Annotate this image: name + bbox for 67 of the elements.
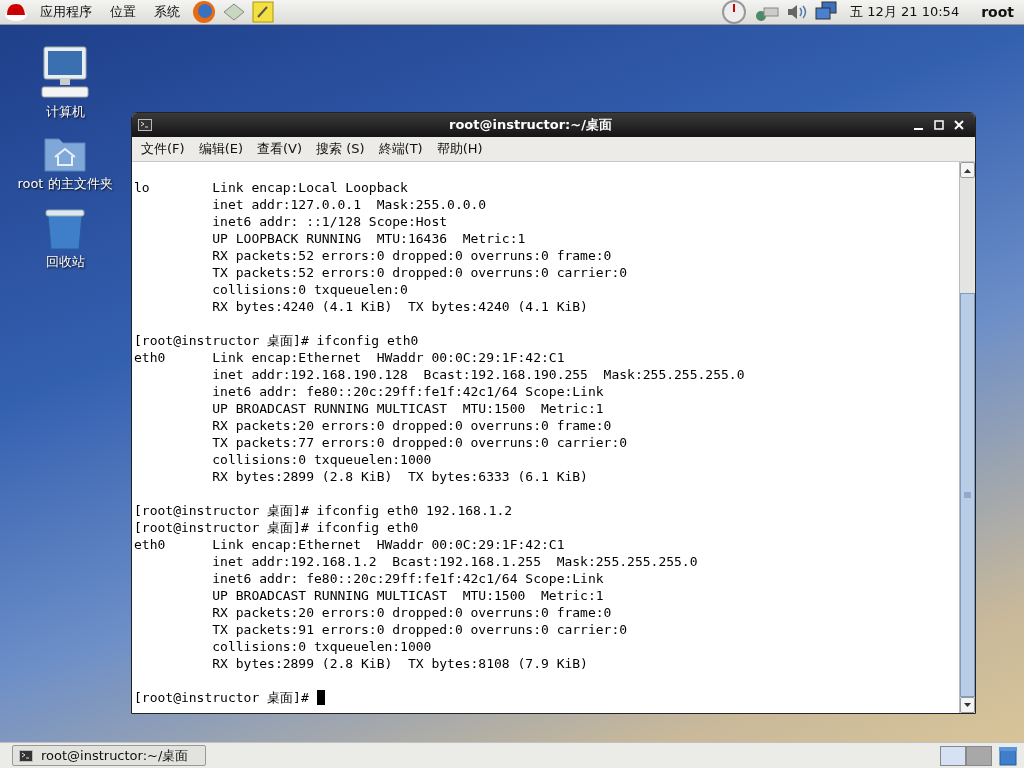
terminal-line: UP BROADCAST RUNNING MULTICAST MTU:1500 Metric:1: [211, 400, 605, 417]
scroll-thumb[interactable]: [960, 293, 975, 697]
workspace-switcher[interactable]: [940, 745, 966, 766]
scrollbar[interactable]: [959, 162, 975, 713]
scroll-up-button[interactable]: [960, 162, 975, 178]
terminal-line: inet6 addr: fe80::20c:29ff:fe1f:42c1/64 Scope:Link: [211, 383, 605, 400]
grip-icon: [964, 492, 971, 498]
maximize-icon[interactable]: [934, 120, 944, 130]
desktop-icon-label[interactable]: root 的主文件夹: [17, 175, 113, 193]
browser-globe-icon[interactable]: [192, 0, 216, 24]
home-folder-icon[interactable]: [43, 135, 87, 173]
terminal-line: UP BROADCAST RUNNING MULTICAST MTU:1500 Metric:1: [211, 587, 605, 604]
terminal-line: RX packets:20 errors:0 dropped:0 overruns:0 frame:0: [211, 417, 613, 434]
terminal-line: collisions:0 txqueuelen:1000: [211, 451, 433, 468]
notes-pencil-icon[interactable]: [252, 1, 274, 23]
gauge-icon[interactable]: [720, 0, 749, 24]
terminal-line: RX packets:52 errors:0 dropped:0 overruns:0 frame:0: [211, 247, 613, 264]
hat-logo-icon[interactable]: [4, 2, 28, 22]
terminal-icon: [19, 749, 33, 762]
terminal-line: lo Link encap:Local Loopback: [134, 179, 409, 196]
up-arrow-icon[interactable]: [964, 167, 971, 173]
terminal-line: RX packets:20 errors:0 dropped:0 overruns:0 frame:0: [211, 604, 613, 621]
desktop-icon-label[interactable]: 回收站: [45, 253, 85, 271]
terminal-line: collisions:0 txqueuelen:1000: [211, 638, 433, 655]
terminal-line: RX bytes:2899 (2.8 KiB) TX bytes:8108 (7.9 KiB): [211, 655, 589, 672]
user-name[interactable]: root: [971, 4, 1020, 20]
menu-item[interactable]: 搜索 (S): [311, 138, 370, 160]
terminal-line: eth0 Link encap:Ethernet HWaddr 00:0C:29:1F:42:C1: [134, 349, 566, 366]
desktop-icon-label[interactable]: 计算机: [45, 103, 85, 121]
terminal-line: TX packets:52 errors:0 dropped:0 overruns:0 carrier:0: [211, 264, 629, 281]
terminal-line: collisions:0 txqueuelen:0: [211, 281, 409, 298]
terminal-line: UP LOOPBACK RUNNING MTU:16436 Metric:1: [211, 230, 527, 247]
menu-item[interactable]: 終端(T): [373, 138, 428, 160]
workspace-switcher[interactable]: [966, 745, 992, 766]
terminal-line: inet addr:127.0.0.1 Mask:255.0.0.0: [211, 196, 488, 213]
terminal-line: TX packets:77 errors:0 dropped:0 overruns:0 carrier:0: [211, 434, 629, 451]
computer-icon[interactable]: [40, 45, 90, 101]
window-title: root@instructor:~/桌面: [448, 116, 613, 134]
terminal-line: [root@instructor 桌面]#: [134, 689, 959, 706]
terminal-line: [root@instructor 桌面]# ifconfig eth0: [134, 332, 420, 349]
panel-menu[interactable]: 应用程序: [34, 3, 98, 21]
terminal-icon: [138, 119, 152, 131]
terminal-line: RX bytes:4240 (4.1 KiB) TX bytes:4240 (4.1 KiB): [211, 298, 589, 315]
panel-menu[interactable]: 系统: [148, 3, 186, 21]
terminal-line: inet addr:192.168.1.2 Bcast:192.168.1.255 Mask:255.255.255.0: [211, 553, 699, 570]
trash-icon[interactable]: [44, 207, 86, 251]
panel-menu[interactable]: 位置: [104, 3, 142, 21]
terminal-line: [root@instructor 桌面]# ifconfig eth0: [134, 519, 420, 536]
speaker-icon[interactable]: [786, 2, 809, 22]
clock-text[interactable]: 五 12月 21 10:54: [844, 3, 966, 21]
menu-item[interactable]: 文件(F): [136, 138, 190, 160]
terminal-line: eth0 Link encap:Ethernet HWaddr 00:0C:29:1F:42:C1: [134, 536, 566, 553]
menu-item[interactable]: 查看(V): [252, 138, 308, 160]
terminal-line: inet6 addr: fe80::20c:29ff:fe1f:42c1/64 Scope:Link: [211, 570, 605, 587]
taskbar-button[interactable]: root@instructor:~/桌面: [12, 745, 206, 766]
terminal-line: inet addr:192.168.190.128 Bcast:192.168.190.255 Mask:255.255.255.0: [211, 366, 746, 383]
monitors-icon[interactable]: [814, 1, 839, 23]
terminal-line: RX bytes:2899 (2.8 KiB) TX bytes:6333 (6.1 KiB): [211, 468, 589, 485]
scroll-down-button[interactable]: [960, 697, 975, 713]
menu-item[interactable]: 帮助(H): [431, 138, 488, 160]
down-arrow-icon[interactable]: [964, 702, 971, 708]
terminal-line: [root@instructor 桌面]# ifconfig eth0 192.168.1.2: [134, 502, 514, 519]
terminal-line: inet6 addr: ::1/128 Scope:Host: [211, 213, 449, 230]
trash-icon[interactable]: [998, 745, 1018, 766]
terminal-line: TX packets:91 errors:0 dropped:0 overruns:0 carrier:0: [211, 621, 629, 638]
menu-item[interactable]: 编辑(E): [193, 138, 248, 160]
close-icon[interactable]: [954, 120, 964, 130]
